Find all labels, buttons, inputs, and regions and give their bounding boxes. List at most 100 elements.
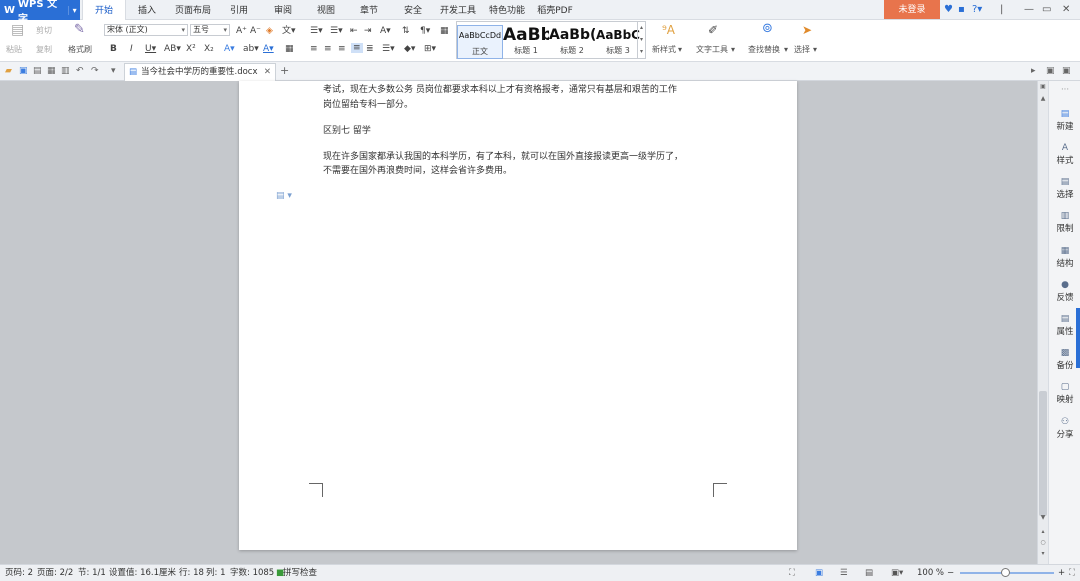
paste-button[interactable]: 粘贴 — [6, 45, 22, 55]
status-col[interactable]: 列: 1 — [206, 565, 225, 581]
status-words[interactable]: 字数: 1085 — [230, 565, 274, 581]
new-style-button[interactable]: 新样式 — [652, 45, 676, 55]
panel-collapse-handle[interactable] — [1076, 308, 1080, 368]
show-marks-icon[interactable]: ¶▾ — [420, 26, 430, 36]
outline-view-icon[interactable]: ☰ — [840, 565, 848, 581]
paste-options-icon[interactable]: ▤ ▾ — [276, 191, 292, 201]
pinyin-icon[interactable]: 文▾ — [282, 26, 296, 36]
focus-mode-icon[interactable]: ⛶ — [789, 565, 795, 581]
panel-new[interactable]: ▤ 新建 — [1049, 109, 1080, 133]
line-spacing-icon[interactable]: ☰▾ — [382, 44, 395, 54]
tab-page-layout[interactable]: 页面布局 — [172, 0, 214, 20]
scroll-up-icon[interactable]: ▲ — [1038, 95, 1048, 102]
gallery-scroll-icon[interactable]: ▴ ▾ ▾ — [637, 22, 645, 58]
fit-window-icon[interactable]: ⛶ — [1069, 565, 1075, 581]
split-view-icon[interactable]: ▣ — [1046, 66, 1055, 76]
status-spell-check[interactable]: 拼写检查 — [283, 565, 317, 581]
superscript-icon[interactable]: X² — [186, 44, 196, 54]
underline-icon[interactable]: U▾ — [145, 44, 156, 54]
tab-view[interactable]: 视图 — [313, 0, 339, 20]
tab-developer[interactable]: 开发工具 — [438, 0, 478, 20]
panel-feedback[interactable]: ● 反馈 — [1049, 280, 1080, 304]
text-tools-button[interactable]: 文字工具 — [696, 45, 728, 55]
font-size-select[interactable]: 五号 ▾ — [190, 24, 230, 36]
prev-page-icon[interactable]: ▴ — [1038, 528, 1048, 535]
increase-indent-icon[interactable]: ⇥ — [364, 26, 372, 36]
select-browse-icon[interactable]: ○ — [1038, 539, 1048, 546]
close-tab-icon[interactable]: ✕ — [264, 64, 271, 81]
cut-button[interactable]: 剪切 — [36, 26, 52, 36]
scroll-down-icon[interactable]: ▼ — [1038, 514, 1048, 521]
clear-format-icon[interactable]: ◈ — [266, 26, 273, 36]
text-effect-icon[interactable]: A▾ — [224, 44, 235, 54]
sort-icon[interactable]: ⇅ — [402, 26, 410, 36]
chinese-layout-icon[interactable]: A▾ — [380, 26, 391, 36]
status-setting[interactable]: 设置值: 16.1厘米 — [109, 565, 176, 581]
panel-style[interactable]: A 样式 — [1049, 143, 1080, 167]
document-page[interactable]: 考试，现在大多数公务 员岗位都要求本科以上才有资格报考，通常只有基层和艰苦的工作… — [239, 81, 797, 550]
align-center-icon[interactable]: ≡ — [324, 44, 332, 54]
find-replace-button[interactable]: 查找替换 — [748, 45, 780, 55]
tab-references[interactable]: 引用 — [226, 0, 252, 20]
skin-icon[interactable]: ♥ — [944, 4, 953, 16]
select-button[interactable]: 选择 — [794, 45, 810, 55]
scroll-top-icon[interactable]: ▣ — [1038, 83, 1048, 90]
bullet-list-icon[interactable]: ☰▾ — [310, 26, 323, 36]
close-icon[interactable]: ✕ — [1062, 4, 1070, 16]
panel-select[interactable]: ▤ 选择 — [1049, 177, 1080, 201]
style-heading-1[interactable]: AaBb 标题 1 — [503, 25, 549, 59]
tab-pdf[interactable]: 稻壳PDF — [536, 0, 574, 20]
italic-icon[interactable]: I — [130, 44, 133, 54]
align-justify-icon[interactable]: ≡ — [351, 43, 363, 53]
new-style-icon[interactable]: ⁹A — [662, 24, 675, 36]
shading-icon[interactable]: ◆▾ — [404, 44, 415, 54]
scroll-thumb[interactable] — [1039, 391, 1047, 516]
zoom-in-icon[interactable]: + — [1058, 565, 1065, 581]
tab-insert[interactable]: 插入 — [134, 0, 160, 20]
text-tools-icon[interactable]: ✐ — [708, 24, 718, 36]
strikethrough-icon[interactable]: AB▾ — [164, 44, 181, 54]
align-left-icon[interactable]: ≡ — [310, 44, 318, 54]
status-row[interactable]: 行: 18 — [179, 565, 204, 581]
tab-features[interactable]: 特色功能 — [486, 0, 528, 20]
chat-icon[interactable]: ▪ — [958, 4, 965, 16]
next-page-icon[interactable]: ▾ — [1038, 550, 1048, 557]
char-border-icon[interactable]: ▦ — [285, 44, 294, 54]
table-icon[interactable]: ▦ — [440, 26, 449, 36]
read-mode-icon[interactable]: ▣▾ — [891, 565, 903, 581]
add-tab-icon[interactable]: + — [280, 64, 289, 77]
redo-icon[interactable]: ↷ — [91, 66, 99, 76]
document-tab[interactable]: ▤ 当今社会中学历的重要性.docx ✕ — [124, 63, 276, 81]
status-section[interactable]: 节: 1/1 — [78, 565, 106, 581]
bold-icon[interactable]: B — [110, 44, 117, 54]
panel-share[interactable]: ⚇ 分享 — [1049, 417, 1080, 441]
zoom-out-icon[interactable]: − — [947, 565, 954, 581]
open-icon[interactable]: ▰ — [5, 66, 12, 76]
format-painter-button[interactable]: 格式刷 — [68, 45, 92, 55]
chevron-down-icon[interactable]: ▾ — [68, 5, 80, 15]
vertical-scrollbar[interactable]: ▣ ▲ ▼ ▴ ○ ▾ — [1037, 81, 1048, 564]
restore-icon[interactable]: ▭ — [1042, 4, 1051, 16]
font-color-icon[interactable]: A▾ — [263, 44, 274, 54]
distribute-icon[interactable]: ≣ — [366, 44, 374, 54]
cursor-icon[interactable]: ➤ — [802, 24, 812, 36]
tab-section[interactable]: 章节 — [356, 0, 382, 20]
zoom-level[interactable]: 100 % — [917, 565, 944, 581]
font-shrink-icon[interactable]: A⁻ — [250, 26, 261, 36]
tab-review[interactable]: 审阅 — [270, 0, 296, 20]
tab-security[interactable]: 安全 — [400, 0, 426, 20]
print-icon[interactable]: ▦ — [47, 66, 56, 76]
panel-more-icon[interactable]: ··· — [1049, 85, 1080, 96]
borders-icon[interactable]: ⊞▾ — [424, 44, 436, 54]
subscript-icon[interactable]: X₂ — [204, 44, 214, 54]
more-icon[interactable]: | — [1000, 4, 1003, 16]
app-menu-button[interactable]: W WPS 文字 ▾ — [0, 0, 80, 25]
status-page-number[interactable]: 页码: 2 — [5, 565, 33, 581]
save-icon[interactable]: ▣ — [19, 66, 28, 76]
page-view-icon[interactable]: ▣ — [815, 565, 823, 581]
align-right-icon[interactable]: ≡ — [338, 44, 346, 54]
font-name-select[interactable]: 宋体 (正文) ▾ — [104, 24, 188, 36]
minimize-icon[interactable]: — — [1024, 4, 1034, 16]
panel-restrict[interactable]: ▥ 限制 — [1049, 211, 1080, 235]
highlight-icon[interactable]: ab▾ — [243, 44, 259, 54]
